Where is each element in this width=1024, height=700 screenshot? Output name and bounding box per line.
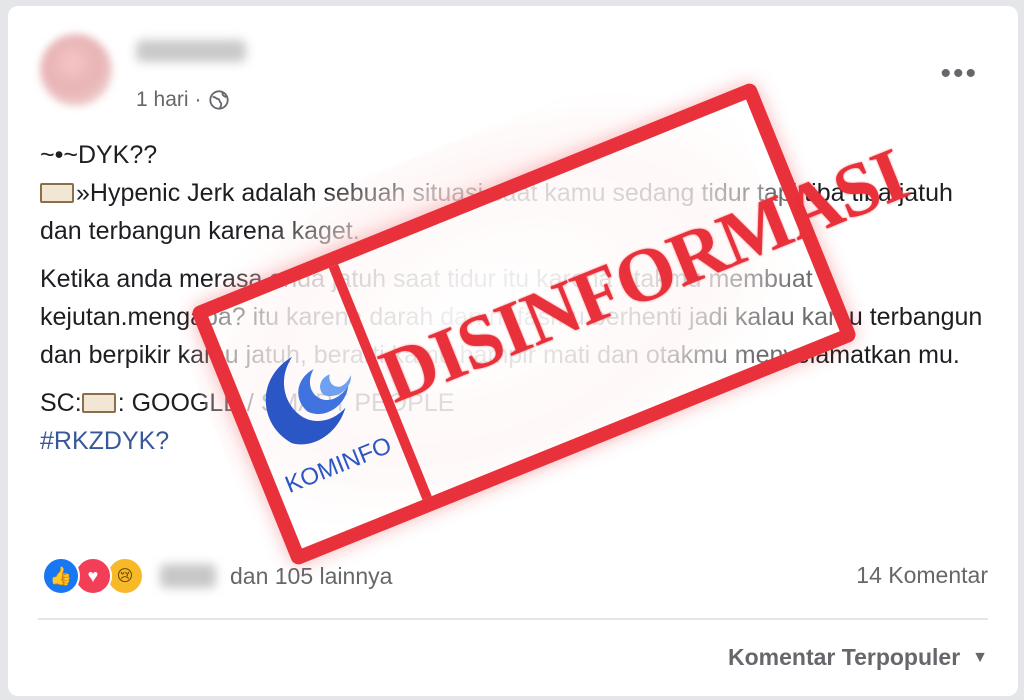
more-options-icon[interactable]: ••• [940, 59, 978, 89]
meta-separator: · [194, 88, 202, 111]
reactions-bar[interactable]: 👍 ♥ 😢 dan 105 lainnya [42, 557, 392, 595]
comment-count[interactable]: 14 Komentar [856, 562, 988, 589]
post-card: 1 hari · ••• ~•~DYK?? »Hypenic Jerk adal… [8, 6, 1018, 696]
comment-sort-dropdown[interactable]: Komentar Terpopuler ▼ [728, 644, 988, 671]
reaction-count[interactable]: dan 105 lainnya [230, 563, 392, 590]
post-meta: 1 hari · [136, 86, 230, 114]
book-emoji-icon [81, 393, 116, 413]
source-prefix: SC: [40, 389, 82, 417]
post-intro-text: »Hypenic Jerk adalah sebuah situasi saat… [40, 179, 953, 245]
source-text: : GOOGLE / SMART PEOPLE [117, 389, 455, 417]
post-main-paragraph: Ketika anda merasa anda jatuh saat tidur… [40, 265, 983, 369]
divider [38, 618, 988, 620]
globe-icon[interactable] [208, 89, 230, 111]
book-emoji-icon [40, 183, 74, 203]
post-timestamp[interactable]: 1 hari [136, 88, 189, 112]
reactor-names-blurred [160, 564, 216, 588]
sort-label: Komentar Terpopuler [728, 644, 961, 670]
post-source-line: SC: : GOOGLE / SMART PEOPLE [40, 384, 990, 422]
caret-down-icon: ▼ [972, 648, 988, 666]
hashtag-link[interactable]: #RKZDYK? [40, 422, 990, 460]
like-reaction-icon: 👍 [42, 557, 80, 595]
author-name-blurred[interactable] [136, 40, 246, 62]
post-body: ~•~DYK?? »Hypenic Jerk adalah sebuah sit… [40, 136, 990, 460]
post-intro-paragraph: »Hypenic Jerk adalah sebuah situasi saat… [40, 174, 990, 250]
author-avatar[interactable] [40, 34, 112, 106]
post-line-dyk: ~•~DYK?? [40, 141, 158, 169]
